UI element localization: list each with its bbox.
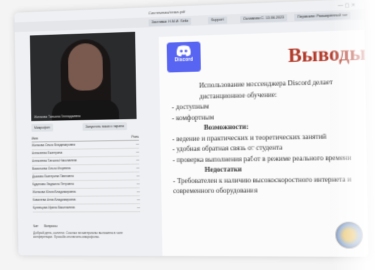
participant-role: —: [136, 189, 140, 194]
participant-role: —: [136, 181, 140, 186]
screen: Системная/тема.pdf — ▢ ✕ Заставка: Н.М.И…: [14, 0, 369, 257]
participant-name: Алексеева Татьяна Николаевна: [31, 158, 77, 163]
participant-role: —: [136, 165, 140, 170]
window-title: Системная/тема.pdf: [148, 9, 186, 16]
chat-tabs: Чат Вопросы: [33, 224, 57, 228]
header-role: Роль: [131, 134, 139, 139]
tab-questions[interactable]: Вопросы: [44, 224, 57, 228]
participant-name: Васильева Ольга Игоревна: [32, 166, 71, 171]
participant-role: —: [136, 197, 140, 202]
participant-role: —: [135, 141, 139, 146]
mic-button[interactable]: Микрофон: [31, 123, 53, 132]
participant-name: Жилкова Ольга Владимировна: [31, 142, 76, 148]
tab-2[interactable]: Support: [207, 16, 227, 25]
tab-chat[interactable]: Чат: [33, 224, 38, 228]
participant-name: Кузнецова Ирина Васильевна: [32, 205, 75, 210]
participant-role: —: [135, 149, 140, 154]
share-screen-button[interactable]: Запустить показ с экрана: [82, 122, 127, 131]
participant-name: Кудинова Людмила Петровна: [32, 181, 74, 187]
participant-role: —: [136, 157, 140, 162]
participants-list: Имя Роль Жилкова Ольга Владимировна — Але…: [31, 134, 141, 224]
video-feed: Жилкова Татьяна Геннадьевна: [29, 31, 137, 122]
participant-name: Жилкова Юлия Владимировна: [32, 189, 76, 195]
participant-role: —: [136, 173, 140, 178]
header-name: Имя: [31, 136, 38, 141]
participant-name: Дымова Екатерина Павловна: [32, 174, 74, 179]
participant-name: Алексеева Екатерина: [31, 150, 63, 156]
discord-icon: [176, 45, 191, 57]
chat-message: Добрый день, коллеги. Ссылка на материал…: [33, 231, 123, 239]
participant-name: Ковалева Анна Владимировна: [32, 197, 76, 202]
face: [67, 42, 104, 91]
participant-role: —: [136, 205, 141, 210]
discord-logo: Discord: [166, 41, 201, 73]
light-glare: [330, 0, 375, 270]
discord-logo-text: Discord: [174, 56, 194, 64]
participant-row[interactable]: Кузнецова Ирина Васильевна —: [32, 204, 141, 213]
